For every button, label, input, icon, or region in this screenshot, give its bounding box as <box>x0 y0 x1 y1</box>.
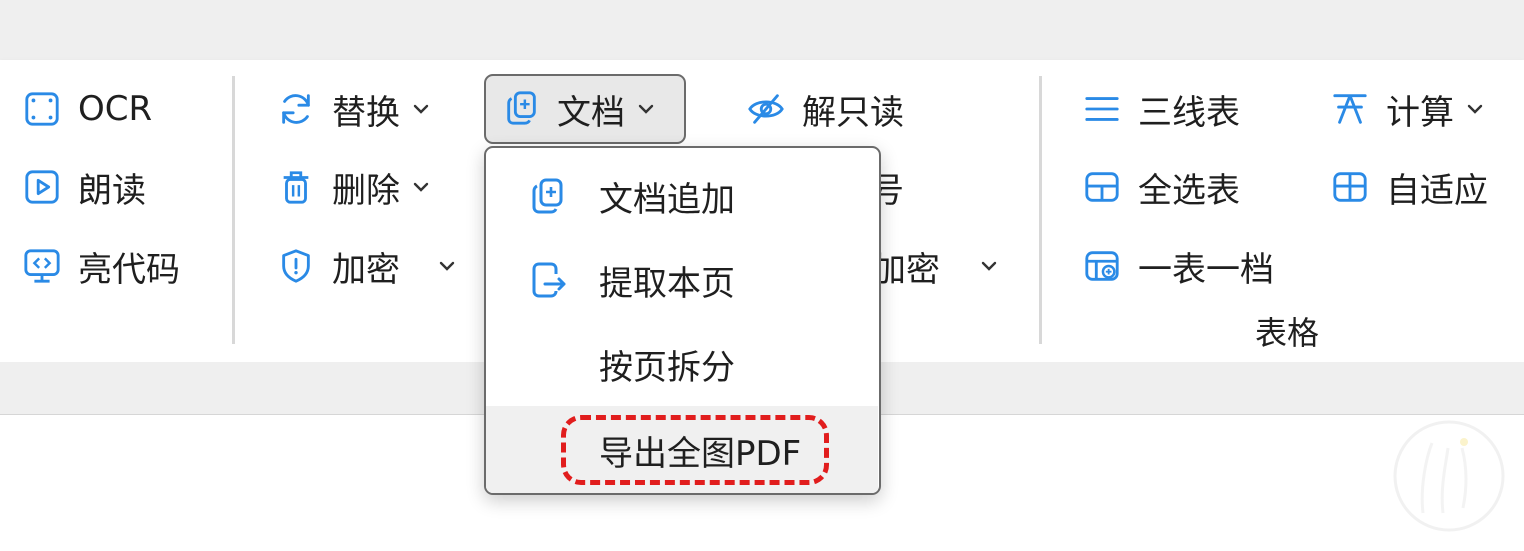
document-add-icon <box>526 174 570 218</box>
select-all-table-button[interactable]: 全选表 <box>1082 162 1240 212</box>
chevron-down-icon <box>978 255 1000 277</box>
three-line-table-button[interactable]: 三线表 <box>1082 84 1240 134</box>
document-dropdown-menu: 文档追加 提取本页 按页拆分 导出全图PDF <box>484 146 881 495</box>
read-aloud-label: 朗读 <box>78 170 146 211</box>
chevron-down-icon <box>635 98 657 120</box>
encrypt-label-partial: 加密 <box>872 249 940 290</box>
calculate-label: 计算 <box>1386 92 1454 133</box>
window-top-strip <box>0 0 1524 60</box>
autofit-button[interactable]: 自适应 <box>1330 162 1488 212</box>
table-icon <box>1082 167 1122 207</box>
trash-icon <box>276 167 316 207</box>
document-button[interactable]: 文档 <box>484 74 686 144</box>
watermark-logo <box>1393 420 1505 532</box>
document-add-icon <box>503 89 543 129</box>
formula-icon <box>1330 89 1370 129</box>
ribbon-separator <box>1039 76 1042 344</box>
remove-readonly-button[interactable]: 解只读 <box>746 84 904 134</box>
chevron-down-icon <box>1464 98 1486 120</box>
menu-item-append-document[interactable]: 文档追加 <box>486 154 878 238</box>
ocr-label: OCR <box>78 89 153 129</box>
highlight-annotation-ring <box>561 415 829 485</box>
autofit-label: 自适应 <box>1386 170 1488 211</box>
select-all-table-label: 全选表 <box>1138 170 1240 211</box>
remove-readonly-label: 解只读 <box>802 92 904 133</box>
chevron-down-icon <box>410 176 432 198</box>
extract-page-icon <box>526 258 570 302</box>
one-table-one-file-button[interactable]: 一表一档 <box>1082 241 1274 291</box>
ocr-scan-icon <box>22 89 62 129</box>
menu-item-label: 文档追加 <box>599 179 735 220</box>
table-fit-icon <box>1330 167 1370 207</box>
read-aloud-button[interactable]: 朗读 <box>22 162 146 212</box>
one-table-one-file-label: 一表一档 <box>1138 249 1274 290</box>
chevron-down-icon <box>410 98 432 120</box>
refresh-icon <box>276 89 316 129</box>
table-export-icon <box>1082 246 1122 286</box>
encrypt-label: 加密 <box>332 249 400 290</box>
eye-off-icon <box>746 89 786 129</box>
read-aloud-play-icon <box>22 167 62 207</box>
highlight-code-label: 亮代码 <box>78 249 180 290</box>
replace-button[interactable]: 替换 <box>276 84 432 134</box>
ocr-button[interactable]: OCR <box>22 84 152 134</box>
delete-label: 删除 <box>332 170 400 211</box>
highlight-code-button[interactable]: 亮代码 <box>22 241 180 291</box>
code-monitor-icon <box>22 246 62 286</box>
encrypt-button-partial[interactable]: 加密 <box>872 241 1000 291</box>
menu-item-label: 按页拆分 <box>599 347 735 388</box>
encrypt-button[interactable]: 加密 <box>276 241 458 291</box>
table-group-label: 表格 <box>1255 314 1320 352</box>
three-line-table-label: 三线表 <box>1138 92 1240 133</box>
lines-icon <box>1082 89 1122 129</box>
chevron-down-icon <box>436 255 458 277</box>
delete-button[interactable]: 删除 <box>276 162 432 212</box>
shield-icon <box>276 246 316 286</box>
replace-label: 替换 <box>332 92 400 133</box>
menu-item-extract-page[interactable]: 提取本页 <box>486 238 878 322</box>
calculate-button[interactable]: 计算 <box>1330 84 1486 134</box>
menu-item-split-by-page[interactable]: 按页拆分 <box>486 322 878 406</box>
document-label: 文档 <box>557 92 625 133</box>
ribbon-separator <box>232 76 235 344</box>
menu-item-export-full-pdf[interactable]: 导出全图PDF <box>486 406 878 493</box>
menu-item-label: 提取本页 <box>599 263 735 304</box>
